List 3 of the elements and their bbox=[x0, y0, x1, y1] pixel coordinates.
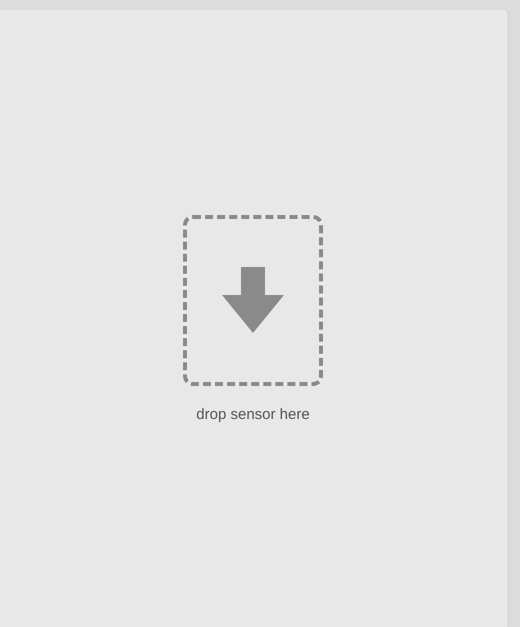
down-arrow-icon bbox=[222, 267, 284, 333]
drop-zone[interactable] bbox=[183, 214, 323, 386]
drop-zone-label: drop sensor here bbox=[196, 406, 310, 422]
